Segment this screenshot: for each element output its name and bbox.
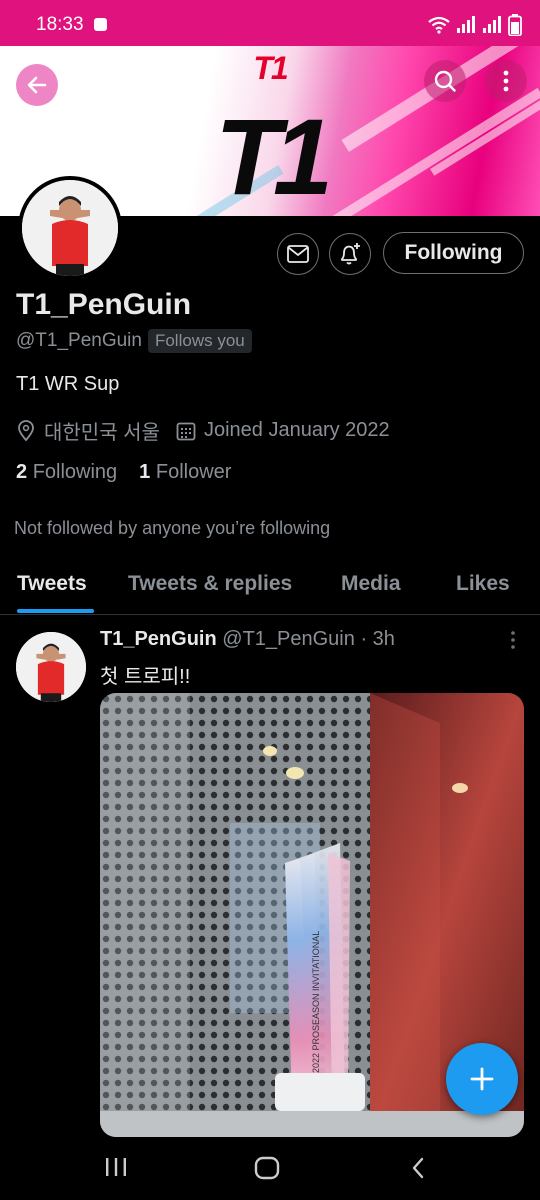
envelope-icon — [287, 245, 309, 263]
notification-app-icon — [94, 18, 107, 31]
more-options-button[interactable] — [485, 60, 527, 102]
search-icon — [434, 70, 456, 92]
avatar-image — [16, 632, 86, 702]
wifi-icon — [428, 16, 450, 34]
home-icon — [254, 1156, 280, 1180]
followers-count: 1 — [139, 461, 151, 483]
battery-icon — [508, 14, 522, 36]
joined-text: Joined January 2022 — [203, 419, 390, 441]
tab-media[interactable]: Media — [341, 572, 401, 596]
location-pin-icon — [18, 419, 34, 441]
more-vertical-icon — [503, 70, 509, 92]
system-nav-bar — [0, 1138, 540, 1200]
back-nav-button[interactable] — [410, 1156, 426, 1185]
tab-tweets[interactable]: Tweets — [17, 572, 87, 596]
signal-icon-2 — [483, 16, 501, 33]
avatar-image — [22, 180, 118, 276]
profile-bio: T1 WR Sup — [16, 373, 120, 395]
bell-plus-icon — [341, 243, 360, 265]
profile-tabs: Tweets Tweets & replies Media Likes — [0, 556, 540, 615]
follow-counts: 2 Following 1 Follower — [16, 461, 231, 484]
following-count: 2 — [16, 461, 28, 483]
followers-label: Follower — [155, 461, 232, 483]
plus-icon — [470, 1067, 494, 1091]
arrow-left-icon — [27, 76, 47, 94]
status-time: 18:33 — [36, 14, 84, 35]
message-button[interactable] — [277, 233, 319, 275]
search-button[interactable] — [424, 60, 466, 102]
user-handle: @T1_PenGuin — [16, 330, 142, 351]
followers-count-link[interactable]: 1 Follower — [139, 461, 231, 484]
notify-button[interactable] — [329, 233, 371, 275]
back-button[interactable] — [16, 64, 58, 106]
location-text: 대한민국 서울 — [44, 422, 160, 444]
profile-meta: 대한민국 서울 Joined January 2022 — [16, 416, 406, 445]
more-vertical-icon — [511, 631, 515, 649]
follows-you-badge: Follows you — [147, 329, 252, 353]
home-button[interactable] — [254, 1156, 280, 1185]
signal-icon-1 — [457, 16, 475, 33]
tab-likes[interactable]: Likes — [456, 572, 510, 596]
location-item: 대한민국 서울 — [16, 416, 160, 445]
tweet-time: 3h — [372, 628, 395, 650]
display-name: T1_PenGuin — [16, 288, 192, 321]
following-button[interactable]: Following — [383, 232, 524, 274]
status-indicators — [428, 14, 522, 36]
trophy-text: 2022 PROSEASON INVITATIONAL — [311, 931, 321, 1073]
calendar-icon — [176, 422, 196, 440]
chevron-left-icon — [412, 1157, 424, 1179]
tweet-separator: · — [360, 628, 368, 650]
recent-apps-button[interactable] — [104, 1156, 128, 1183]
tweet-author-name[interactable]: T1_PenGuin — [100, 628, 217, 650]
not-followed-text: Not followed by anyone you’re following — [14, 518, 331, 538]
tab-tweets-replies[interactable]: Tweets & replies — [128, 572, 292, 596]
active-tab-indicator — [17, 609, 94, 613]
following-count-link[interactable]: 2 Following — [16, 461, 117, 484]
tweet-more-button[interactable] — [506, 630, 520, 655]
tweet-header: T1_PenGuin @T1_PenGuin · 3h — [100, 628, 395, 651]
following-label: Following — [32, 461, 118, 483]
tweet-author-avatar[interactable] — [16, 632, 86, 702]
joined-item: Joined January 2022 — [176, 419, 390, 442]
status-bar: 18:33 — [0, 0, 540, 46]
handle-row: @T1_PenGuin Follows you — [16, 329, 252, 353]
tweet-text: 첫 트로피!! — [100, 666, 191, 688]
profile-avatar[interactable] — [18, 176, 122, 280]
compose-tweet-button[interactable] — [446, 1043, 518, 1115]
recent-apps-icon — [106, 1158, 126, 1176]
tweet-author-handle[interactable]: @T1_PenGuin — [222, 628, 355, 650]
